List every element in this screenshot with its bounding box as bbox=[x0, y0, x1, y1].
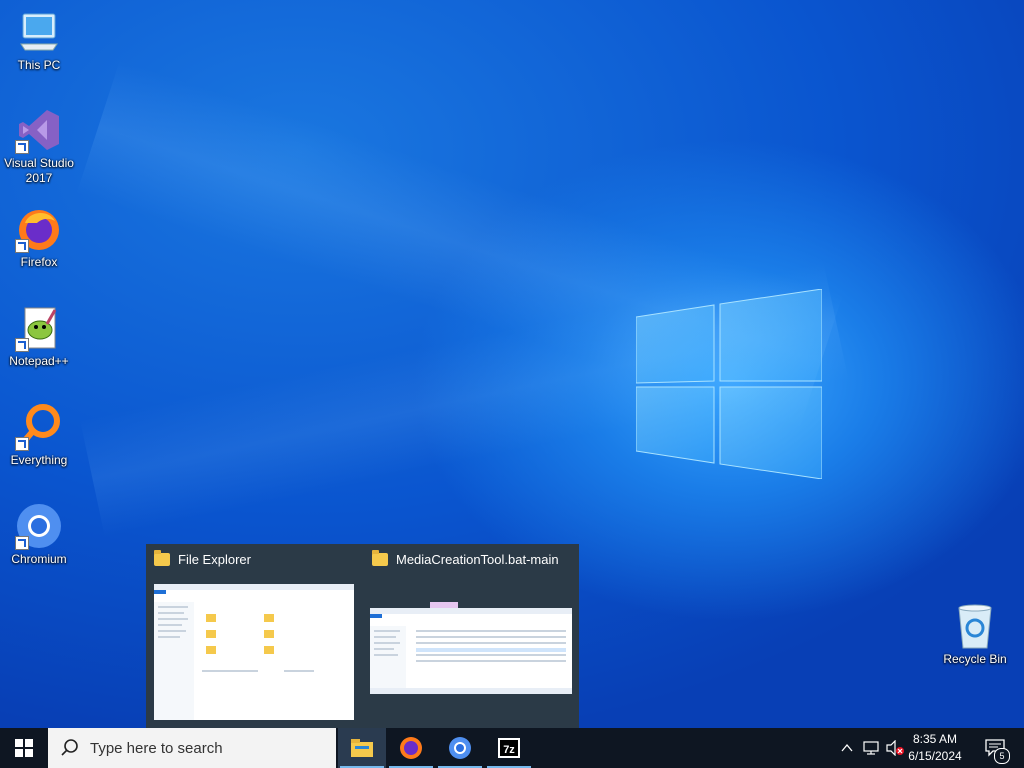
chromium-icon bbox=[449, 737, 471, 759]
desktop-icon-label: Firefox bbox=[20, 255, 58, 269]
shortcut-arrow-icon bbox=[15, 437, 29, 451]
window-thumbnail-mediacreationtool[interactable] bbox=[370, 602, 572, 694]
preview-title-mediacreationtool[interactable]: MediaCreationTool.bat-main bbox=[372, 550, 559, 567]
visual-studio-icon bbox=[15, 106, 63, 154]
taskbar-app-7zip[interactable]: 7z bbox=[485, 728, 533, 768]
taskbar: Type here to search 7z 8:35 AM 6/15/2024… bbox=[0, 728, 1024, 768]
shortcut-arrow-icon bbox=[15, 338, 29, 352]
computer-icon bbox=[15, 8, 63, 56]
recycle-bin-icon bbox=[951, 602, 999, 650]
clock[interactable]: 8:35 AM 6/15/2024 bbox=[896, 731, 974, 765]
desktop-icon-recycle-bin[interactable]: Recycle Bin bbox=[936, 602, 1014, 667]
search-icon bbox=[61, 739, 78, 756]
svg-text:7z: 7z bbox=[503, 744, 515, 756]
folder-icon bbox=[154, 550, 170, 566]
show-hidden-icons-button[interactable] bbox=[838, 728, 856, 768]
everything-search-icon bbox=[15, 403, 63, 451]
desktop-icon-label: This PC bbox=[17, 58, 61, 72]
seven-zip-icon: 7z bbox=[498, 738, 520, 758]
search-box[interactable]: Type here to search bbox=[48, 728, 336, 768]
taskbar-app-firefox[interactable] bbox=[387, 728, 435, 768]
desktop-icon-label: Chromium bbox=[11, 552, 67, 566]
action-center-button[interactable]: 5 bbox=[980, 728, 1010, 768]
desktop-icon-label: Recycle Bin bbox=[943, 652, 1007, 666]
windows-start-icon bbox=[15, 739, 33, 757]
shortcut-arrow-icon bbox=[15, 239, 29, 253]
desktop-icon-firefox[interactable]: Firefox bbox=[0, 205, 78, 270]
desktop-icon-label: Notepad++ bbox=[9, 354, 69, 368]
desktop-icon-chromium[interactable]: Chromium bbox=[0, 502, 78, 567]
clock-time: 8:35 AM bbox=[912, 732, 958, 746]
chromium-icon bbox=[15, 502, 63, 550]
chevron-up-icon bbox=[841, 743, 853, 752]
file-explorer-icon bbox=[351, 739, 373, 757]
taskbar-app-chromium[interactable] bbox=[436, 728, 484, 768]
window-thumbnail-file-explorer[interactable] bbox=[154, 584, 354, 720]
notification-count-badge: 5 bbox=[994, 748, 1010, 764]
taskbar-app-file-explorer[interactable] bbox=[338, 728, 386, 768]
firefox-icon bbox=[400, 737, 422, 759]
notepad-plus-plus-icon bbox=[15, 304, 63, 352]
network-status[interactable] bbox=[860, 728, 882, 768]
search-placeholder: Type here to search bbox=[90, 739, 223, 757]
clock-date: 6/15/2024 bbox=[908, 749, 962, 763]
firefox-icon bbox=[15, 205, 63, 253]
desktop-icon-visual-studio[interactable]: Visual Studio 2017 bbox=[0, 106, 78, 186]
desktop-icon-label: Visual Studio 2017 bbox=[4, 156, 74, 185]
shortcut-arrow-icon bbox=[15, 536, 29, 550]
windows-logo-wallpaper bbox=[636, 289, 822, 479]
network-icon bbox=[863, 741, 879, 755]
desktop-icon-label: Everything bbox=[10, 453, 68, 467]
preview-window-title: File Explorer bbox=[178, 552, 251, 567]
desktop-icon-this-pc[interactable]: This PC bbox=[0, 8, 78, 73]
desktop-icon-notepad-plus-plus[interactable]: Notepad++ bbox=[0, 304, 78, 369]
start-button[interactable] bbox=[0, 728, 48, 768]
shortcut-arrow-icon bbox=[15, 140, 29, 154]
preview-window-title: MediaCreationTool.bat-main bbox=[396, 552, 559, 567]
desktop-icon-everything[interactable]: Everything bbox=[0, 403, 78, 468]
preview-title-file-explorer[interactable]: File Explorer bbox=[154, 550, 251, 567]
folder-icon bbox=[372, 550, 388, 566]
